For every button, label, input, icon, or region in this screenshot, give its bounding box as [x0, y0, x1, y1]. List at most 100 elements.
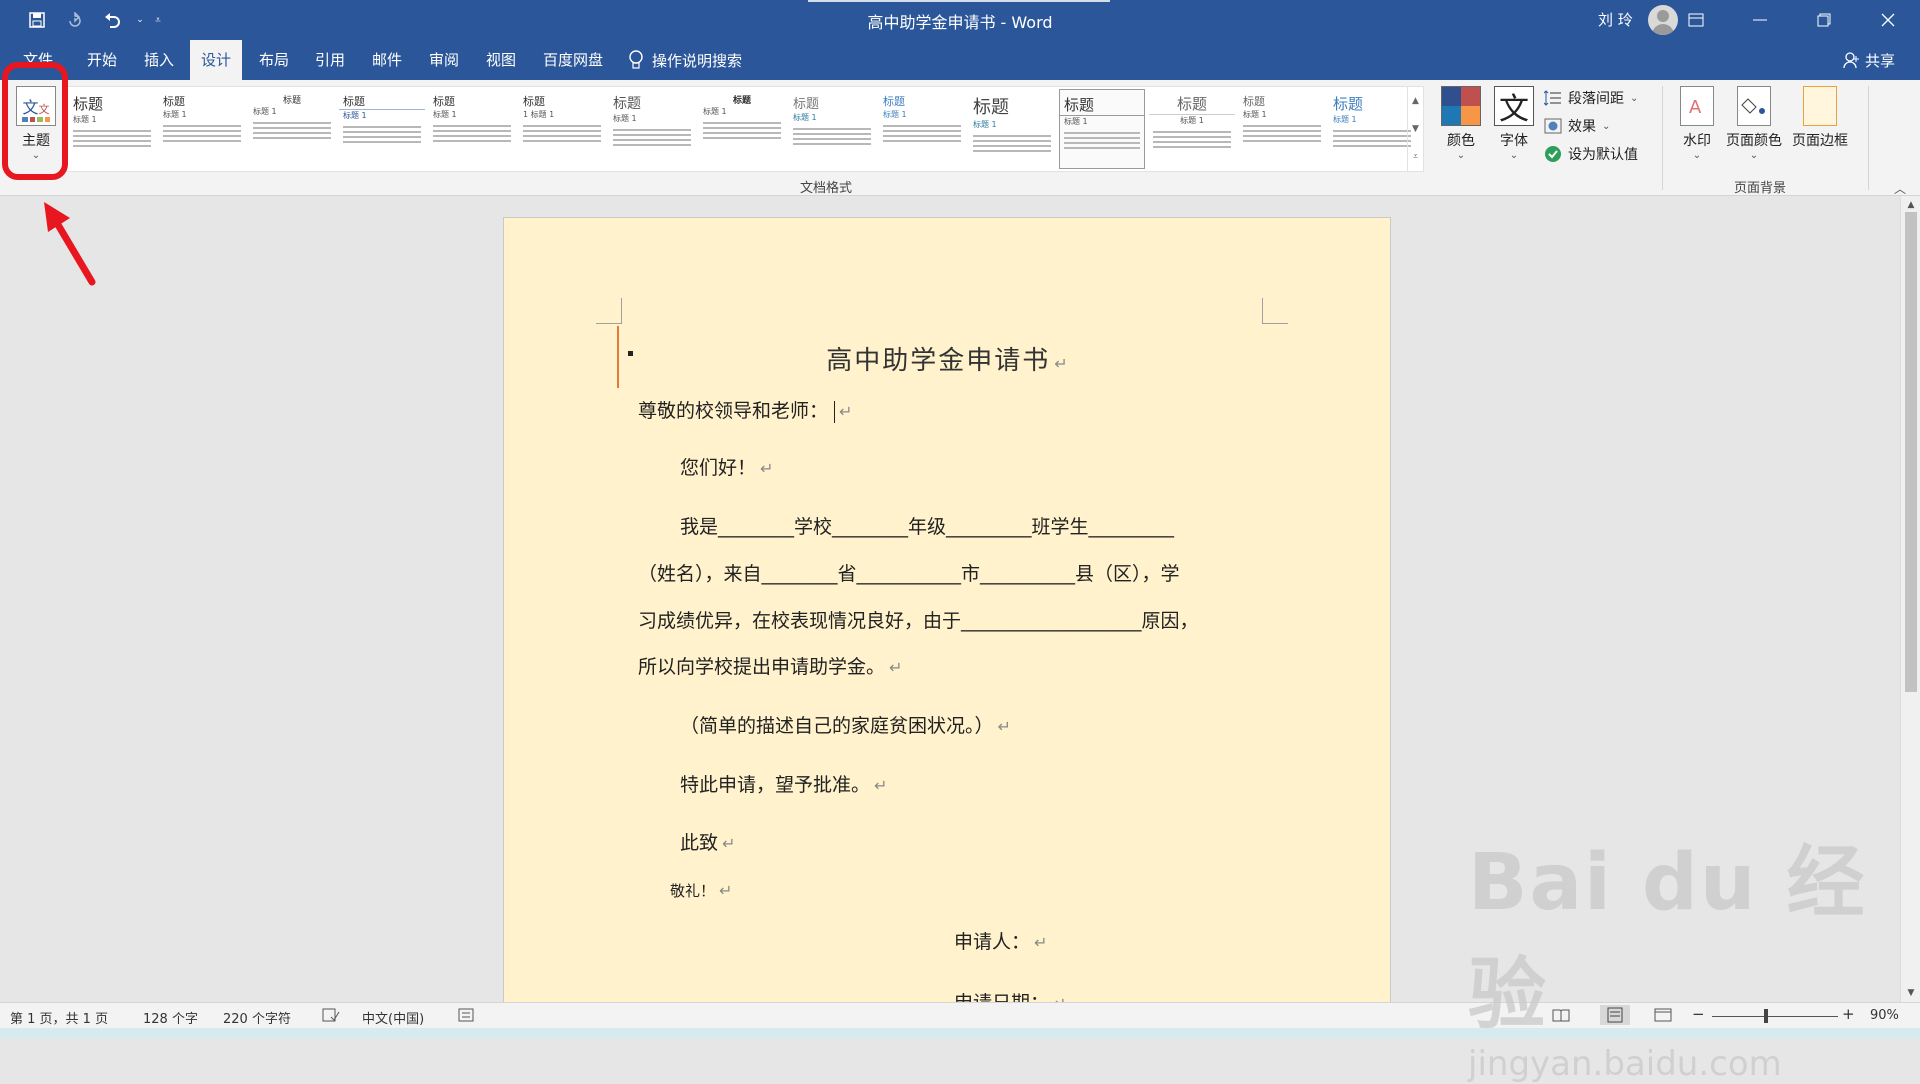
minimize-icon[interactable]	[1728, 0, 1792, 40]
style-heading: 标题	[973, 97, 1009, 118]
paragraph-spacing-icon	[1544, 90, 1561, 106]
style-sub: 标题 1	[973, 120, 997, 129]
greeting-line[interactable]: 尊敬的校领导和老师： ↵	[638, 396, 852, 423]
proofing-icon[interactable]	[322, 1008, 340, 1026]
tab-insert[interactable]: 插入	[133, 40, 185, 80]
style-heading: 标题	[1060, 90, 1144, 116]
language-indicator[interactable]: 中文(中国)	[362, 1008, 424, 1027]
collapse-ribbon-icon[interactable]: ︿	[1894, 180, 1906, 197]
style-set-item[interactable]: 标题 标题 1	[1329, 89, 1415, 169]
close-icon[interactable]	[1856, 0, 1920, 40]
page-borders-button[interactable]: 页面边框	[1792, 86, 1848, 150]
style-set-item[interactable]: 标题 标题 1	[969, 89, 1055, 169]
word-count[interactable]: 128 个字	[143, 1008, 198, 1027]
style-set-item[interactable]: 标题 标题 1	[159, 89, 245, 169]
style-set-item[interactable]: 标题 标题 1	[699, 89, 785, 169]
gallery-up-icon[interactable]: ▲	[1412, 96, 1419, 106]
style-set-item[interactable]: 标题 标题 1	[1239, 89, 1325, 169]
body-line[interactable]: 特此申请，望予批准。 ↵	[680, 770, 887, 797]
body-line[interactable]: 我是________学校________年级_________班学生______…	[680, 512, 1174, 539]
body-line[interactable]: 此致 ↵	[680, 828, 735, 855]
red-arrow-icon	[44, 202, 96, 286]
style-sub: 标题 1	[343, 111, 367, 120]
style-set-item[interactable]: 标题 标题 1	[609, 89, 695, 169]
gallery-down-icon[interactable]: ▼	[1412, 124, 1419, 134]
ribbon-display-options-icon[interactable]	[1664, 0, 1728, 40]
text-cursor	[834, 400, 836, 423]
paragraph-mark: ↵	[889, 658, 903, 677]
page-color-button[interactable]: 页面颜色 ⌄	[1726, 86, 1782, 161]
style-sub: 标题 1	[253, 107, 277, 116]
page-count[interactable]: 第 1 页，共 1 页	[10, 1008, 108, 1027]
colors-button[interactable]: 颜色 ⌄	[1441, 86, 1481, 161]
body-line[interactable]: （简单的描述自己的家庭贫困状况。） ↵	[680, 711, 1011, 738]
char-count[interactable]: 220 个字符	[223, 1008, 291, 1027]
title-text: 高中助学金申请书	[826, 346, 1051, 376]
style-heading: 标题	[433, 95, 455, 108]
body-line[interactable]: 所以向学校提出申请助学金。 ↵	[638, 652, 902, 679]
ribbon-divider	[1868, 86, 1869, 190]
tab-mailings[interactable]: 邮件	[361, 40, 413, 80]
style-set-item-selected[interactable]: 标题 标题 1	[1059, 89, 1145, 169]
style-sub: 标题 1	[703, 107, 727, 116]
style-set-item[interactable]: 标题 标题 1	[339, 89, 425, 169]
document-page[interactable]: 高中助学金申请书 ↵ 尊敬的校领导和老师： ↵ 您们好！ ↵ 我是________学校…	[503, 217, 1391, 1017]
share-button[interactable]: 共享	[1843, 40, 1895, 80]
restore-icon[interactable]	[1792, 0, 1856, 40]
effects-icon	[1544, 118, 1562, 134]
paragraph-spacing-button[interactable]: 段落间距 ⌄	[1544, 88, 1638, 108]
watermark-label: 水印	[1683, 133, 1711, 149]
user-name[interactable]: 刘 玲	[1598, 9, 1633, 30]
tab-view[interactable]: 视图	[475, 40, 527, 80]
style-set-item[interactable]: 标题 1 标题 1	[519, 89, 605, 169]
watermark-button[interactable]: A 水印 ⌄	[1680, 86, 1714, 161]
tell-me-search[interactable]: 操作说明搜索	[628, 40, 742, 80]
effects-button[interactable]: 效果 ⌄	[1544, 116, 1638, 136]
body-line[interactable]: 习成绩优异，在校表现情况良好，由于___________________原因，	[638, 606, 1199, 633]
style-set-item[interactable]: 标题 标题 1	[879, 89, 965, 169]
style-sub: 标题 1	[1333, 115, 1357, 124]
set-as-default-label: 设为默认值	[1568, 147, 1638, 163]
hello-line[interactable]: 您们好！ ↵	[680, 453, 773, 480]
body-text: 申请人：	[954, 931, 1031, 953]
page-color-label: 页面颜色	[1726, 133, 1782, 149]
signature-line[interactable]: 申请人： ↵	[954, 927, 1047, 954]
colors-icon	[1441, 86, 1481, 126]
style-set-item[interactable]: 标题 标题 1	[1149, 89, 1235, 169]
tab-home[interactable]: 开始	[76, 40, 128, 80]
body-line[interactable]: （姓名），来自________省___________市__________县（…	[638, 559, 1180, 586]
style-heading: 标题	[523, 95, 545, 108]
style-set-item[interactable]: 标题 标题 1	[789, 89, 875, 169]
document-formatting-group-label: 文档格式	[800, 181, 853, 196]
paragraph-mark: ↵	[760, 459, 774, 478]
tab-references[interactable]: 引用	[304, 40, 356, 80]
style-set-item[interactable]: 标题 标题 1	[69, 89, 155, 169]
document-formatting-gallery: 标题 标题 1 标题 标题 1 标题 标题 1 标题 标题 1 标题 标题 1 …	[66, 86, 1424, 172]
style-heading: 标题	[282, 96, 301, 106]
style-set-item[interactable]: 标题 标题 1	[249, 89, 335, 169]
crop-mark	[1262, 298, 1288, 324]
body-line[interactable]: 敬礼！ ↵	[670, 880, 732, 901]
style-heading: 标题	[1149, 89, 1235, 115]
set-as-default-button[interactable]: 设为默认值	[1544, 144, 1638, 164]
chevron-down-icon: ⌄	[1749, 150, 1759, 161]
ribbon-tabs: 文件 开始 插入 设计 布局 引用 邮件 审阅 视图 百度网盘 操作说明搜索 共…	[0, 40, 1920, 80]
style-set-item[interactable]: 标题 标题 1	[429, 89, 515, 169]
style-sub: 标题 1	[793, 113, 817, 122]
document-title[interactable]: 高中助学金申请书 ↵	[504, 340, 1390, 377]
style-sub: 1 标题 1	[523, 110, 555, 119]
paragraph-mark: ↵	[874, 776, 888, 795]
body-text: 敬礼！	[670, 882, 716, 900]
page-borders-label: 页面边框	[1792, 133, 1848, 149]
tab-baidu-netdisk[interactable]: 百度网盘	[532, 40, 614, 80]
style-sub: 标题 1	[73, 115, 97, 124]
style-sub: 标题 1	[883, 110, 907, 119]
macro-recording-icon[interactable]	[458, 1008, 474, 1026]
tab-review[interactable]: 审阅	[418, 40, 470, 80]
scrollbar-thumb[interactable]	[1905, 212, 1917, 692]
gallery-more-icon[interactable]: ⩡	[1413, 152, 1418, 162]
tab-layout[interactable]: 布局	[248, 40, 300, 80]
tab-design[interactable]: 设计	[190, 40, 243, 80]
fonts-button[interactable]: 文 字体 ⌄	[1494, 86, 1534, 161]
watermark-url: jingyan.baidu.com	[1468, 1044, 1782, 1084]
